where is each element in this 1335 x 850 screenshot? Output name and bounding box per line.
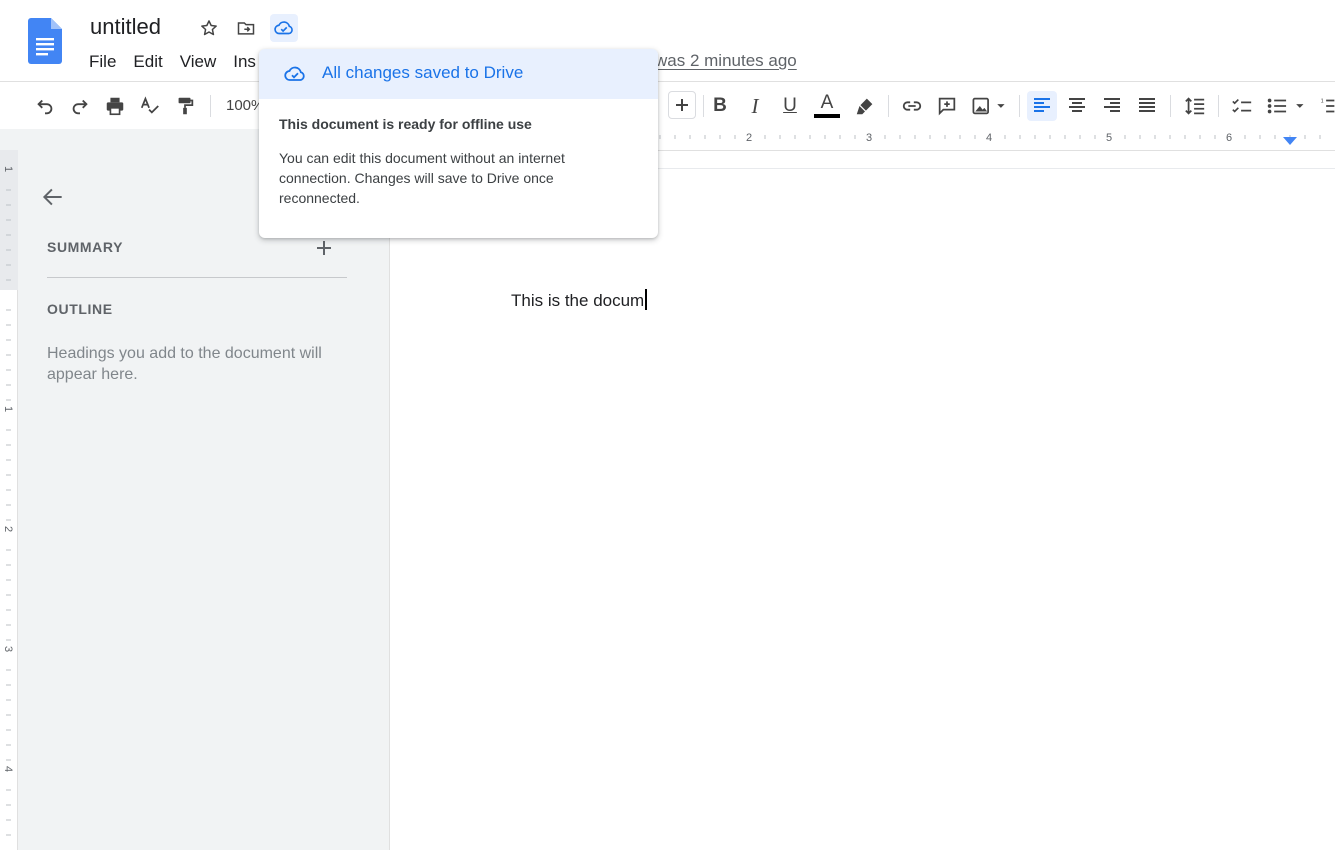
underline-label: U [783,95,797,116]
align-center-icon[interactable] [1062,91,1092,121]
text-color-swatch [814,114,840,118]
save-status-popup: All changes saved to Drive This document… [259,49,658,238]
vruler-tick-label: 2 [2,525,15,533]
docs-app: untitled File Edit View Ins was 2 minute… [0,0,1335,850]
outline-help-text: Headings you add to the document will ap… [47,345,322,383]
checklist-icon[interactable] [1227,91,1257,121]
document-body[interactable]: This is the docum [511,289,648,311]
menu-edit[interactable]: Edit [133,50,170,74]
highlight-icon[interactable] [850,91,880,121]
vruler-tick-label: 4 [2,765,15,773]
vruler-tick-label: 3 [2,645,15,653]
text-color-button[interactable]: A [812,91,842,121]
cloud-saved-icon [282,62,308,91]
ruler-tick-label: 6 [1226,132,1233,144]
align-left-icon[interactable] [1027,91,1057,121]
plus-icon [317,241,331,255]
vruler-tick-label: 1 [2,405,15,413]
print-icon[interactable] [100,91,130,121]
menu-file[interactable]: File [89,50,124,74]
document-page[interactable]: This is the docum [391,151,1335,850]
move-to-folder-icon[interactable] [232,14,260,42]
document-text: This is the docum [511,291,645,310]
docs-logo[interactable] [28,18,62,64]
redo-icon[interactable] [65,91,95,121]
add-comment-icon[interactable] [932,91,962,121]
last-edit-link[interactable]: was 2 minutes ago [655,51,797,71]
document-outline-sidebar: SUMMARY OUTLINE Headings you add to the … [18,150,390,850]
bold-button[interactable]: B [705,91,735,121]
sidebar-divider [47,277,347,278]
summary-heading: SUMMARY [47,239,124,255]
popup-header: All changes saved to Drive [259,49,658,99]
insert-image-icon[interactable] [967,91,1011,121]
italic-label: I [751,93,759,118]
justify-icon[interactable] [1132,91,1162,121]
toolbar: 100% B I U A 1 [0,83,1335,129]
document-title[interactable]: untitled [90,14,161,40]
menu-bar: File Edit View Ins [89,50,273,74]
ruler-tick-label: 2 [746,132,753,144]
cloud-saved-icon[interactable] [270,14,298,42]
vruler-tick-label: 1 [2,165,15,173]
link-icon[interactable] [897,91,927,121]
italic-button[interactable]: I [740,91,770,121]
ruler-tick-label: 4 [986,132,993,144]
popup-body: You can edit this document without an in… [279,150,565,206]
right-indent-marker [1283,137,1297,145]
outline-heading: OUTLINE [47,301,113,317]
numbered-list-icon[interactable]: 1 [1320,91,1335,121]
star-icon[interactable] [195,14,223,42]
ruler-tick-label: 3 [866,132,873,144]
add-summary-button[interactable] [316,236,332,262]
underline-button[interactable]: U [775,91,805,121]
popup-title: This document is ready for offline use [279,116,532,132]
spellcheck-icon[interactable] [135,91,165,121]
plus-icon[interactable] [668,91,696,119]
text-cursor [645,289,648,310]
bold-label: B [713,95,727,116]
paint-format-icon[interactable] [170,91,200,121]
undo-icon[interactable] [30,91,60,121]
text-color-label: A [820,92,834,113]
title-bar: untitled File Edit View Ins was 2 minute… [0,0,1335,82]
line-spacing-icon[interactable] [1180,91,1210,121]
menu-view[interactable]: View [180,50,225,74]
svg-text:1: 1 [1321,98,1324,104]
align-right-icon[interactable] [1097,91,1127,121]
ruler-tick-label: 5 [1106,132,1113,144]
popup-header-text: All changes saved to Drive [322,63,524,82]
bulleted-list-icon[interactable] [1263,91,1311,121]
back-arrow-icon[interactable] [40,184,66,215]
